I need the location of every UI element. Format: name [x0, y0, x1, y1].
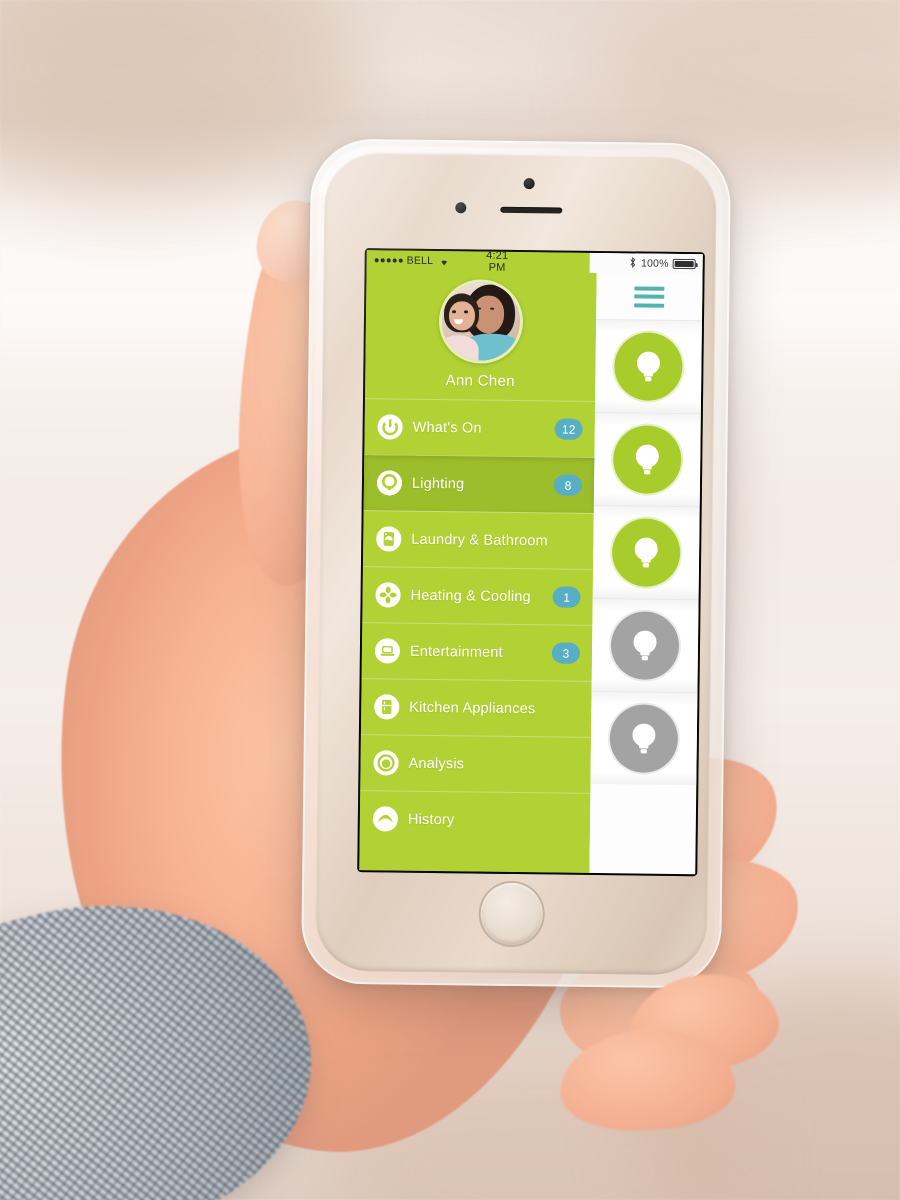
sidebar-nav-list: What's On 12 Lighting 8 Laundry & Bathro…: [359, 398, 595, 849]
sidebar-item-analysis[interactable]: Analysis: [360, 734, 591, 793]
status-bar: BELL 4:21 PM 100%: [367, 250, 703, 275]
light-card-1[interactable]: [594, 318, 702, 414]
wifi-icon: [437, 256, 450, 266]
light-card-4[interactable]: [591, 597, 699, 693]
avatar-child-face: [448, 300, 475, 331]
battery-full-icon: [672, 258, 696, 270]
user-name-label: Ann Chen: [445, 372, 515, 390]
profile-header: Ann Chen: [365, 270, 597, 401]
lightbulb-icon: [611, 518, 681, 588]
sidebar-item-heating-cooling[interactable]: Heating & Cooling 1: [362, 566, 593, 625]
avatar[interactable]: [438, 279, 524, 365]
light-panel: [589, 252, 703, 875]
lightbulb-icon: [609, 704, 679, 773]
clock-label: 4:21 PM: [486, 250, 509, 274]
app-screen: BELL 4:21 PM 100% Ann Chen What's On 12 …: [359, 250, 703, 875]
sidebar-item-label: Lighting: [411, 475, 465, 492]
fan-icon: [375, 582, 401, 608]
status-bar-left: BELL: [367, 254, 479, 267]
sidebar: Ann Chen What's On 12 Lighting 8 Laundry…: [359, 250, 597, 873]
bluetooth-icon: [629, 256, 637, 271]
avatar-child-body: [438, 335, 480, 365]
lightbulb-icon: [612, 425, 682, 495]
sidebar-item-label: Analysis: [408, 755, 465, 772]
avatar-child-eye-right: [463, 310, 468, 313]
front-camera-icon: [455, 202, 467, 214]
lightbulb-icon: [614, 332, 683, 402]
status-bar-right: 100%: [589, 252, 703, 275]
history-icon: [372, 806, 399, 832]
sidebar-item-kitchen-appliances[interactable]: Kitchen Appliances: [360, 678, 592, 737]
lightbulb-icon: [376, 470, 403, 496]
power-icon: [377, 414, 403, 440]
washer-icon: [376, 526, 402, 552]
earpiece-speaker: [500, 206, 563, 214]
avatar-child-smile: [453, 318, 463, 324]
hamburger-menu-icon[interactable]: [634, 285, 665, 308]
sidebar-item-laundry-bathroom[interactable]: Laundry & Bathroom: [362, 510, 594, 569]
refrigerator-icon: [374, 694, 400, 720]
sidebar-item-entertainment[interactable]: Entertainment 3: [361, 622, 593, 681]
photo-scene: BELL 4:21 PM 100% Ann Chen What's On 12 …: [0, 0, 900, 1200]
sidebar-item-label: What's On: [412, 419, 482, 437]
sidebar-item-badge: 12: [554, 418, 583, 440]
television-icon: [374, 638, 401, 664]
sidebar-item-label: Laundry & Bathroom: [411, 531, 548, 549]
sidebar-item-whats-on[interactable]: What's On 12: [364, 398, 595, 457]
sidebar-item-badge: 1: [552, 586, 581, 608]
phone-body: BELL 4:21 PM 100% Ann Chen What's On 12 …: [315, 151, 717, 976]
sidebar-item-label: Heating & Cooling: [410, 587, 531, 605]
sidebar-item-history[interactable]: History: [359, 790, 591, 849]
screen-bezel: BELL 4:21 PM 100% Ann Chen What's On 12 …: [357, 248, 705, 877]
signal-strength-icon: [374, 258, 403, 263]
battery-percent-label: 100%: [640, 257, 669, 270]
light-card-5[interactable]: [590, 690, 698, 786]
lightbulb-icon: [610, 611, 680, 680]
avatar-child-eye-left: [452, 310, 457, 313]
phone-device: BELL 4:21 PM 100% Ann Chen What's On 12 …: [300, 138, 732, 989]
sidebar-item-badge: 8: [553, 474, 583, 496]
sidebar-item-lighting[interactable]: Lighting 8: [363, 454, 595, 513]
sidebar-item-badge: 3: [551, 642, 581, 664]
sidebar-item-label: Entertainment: [409, 643, 503, 661]
sidebar-item-label: Kitchen Appliances: [409, 699, 536, 717]
light-card-2[interactable]: [593, 411, 701, 507]
gauge-icon: [373, 750, 399, 776]
light-card-3[interactable]: [592, 504, 700, 600]
carrier-label: BELL: [406, 254, 434, 267]
sidebar-item-label: History: [407, 811, 455, 828]
proximity-sensor-icon: [523, 178, 535, 190]
home-button[interactable]: [480, 882, 544, 946]
